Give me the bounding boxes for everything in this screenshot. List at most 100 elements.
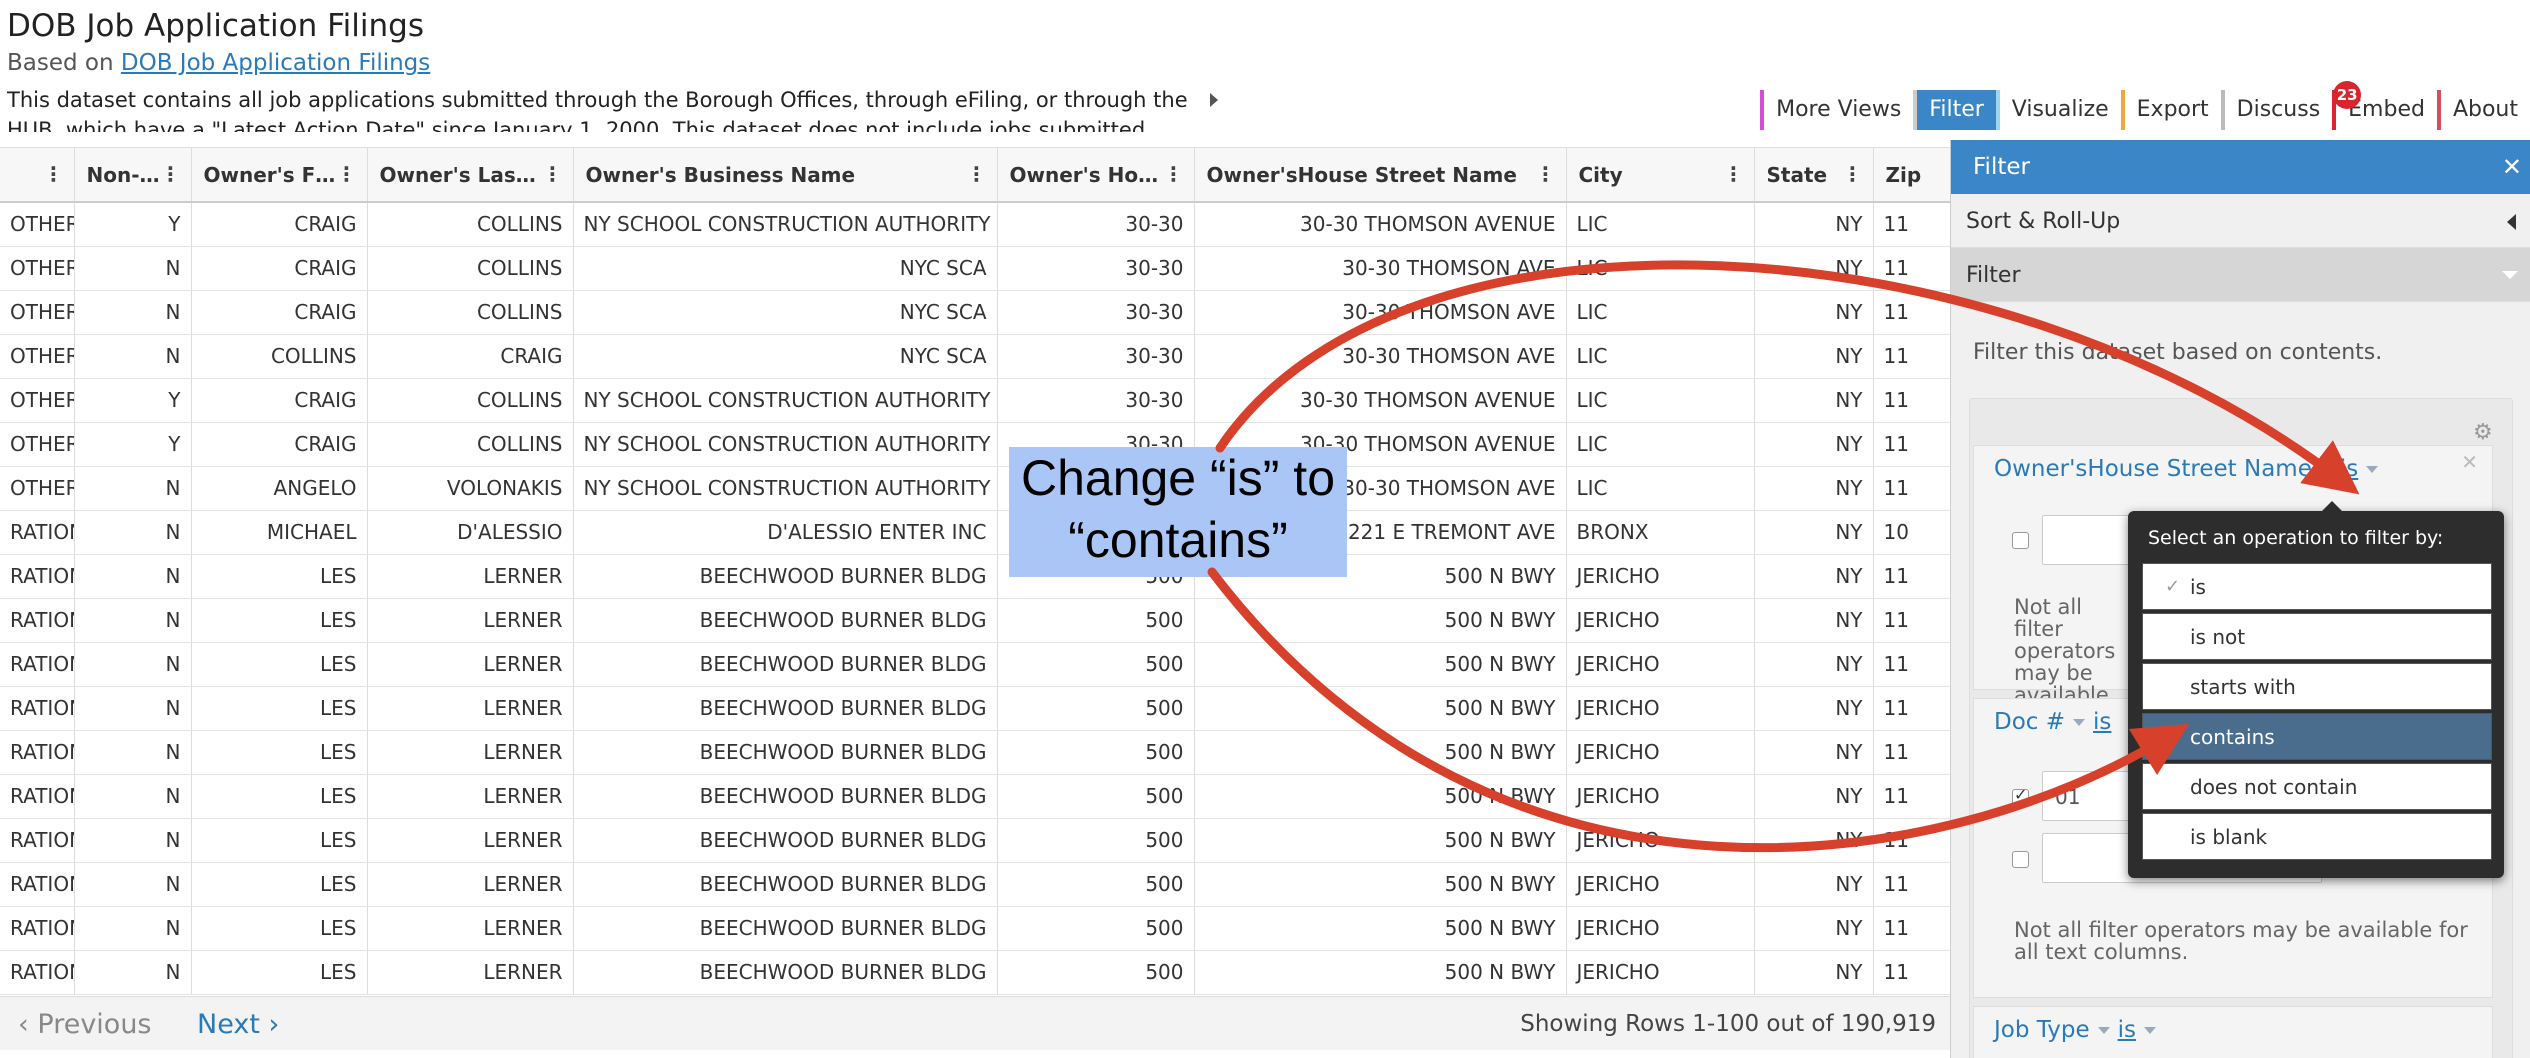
- chevron-down-icon[interactable]: [2366, 466, 2379, 473]
- gear-icon[interactable]: ⚙: [2473, 420, 2493, 445]
- table-cell: NY: [1754, 774, 1874, 819]
- discuss-button[interactable]: Discuss: [2220, 90, 2333, 130]
- table-cell: NY: [1754, 246, 1874, 291]
- table-cell: LERNER: [367, 598, 574, 643]
- table-row[interactable]: RATIONNLESLERNERBEECHWOOD BURNER BLDG500…: [0, 862, 1950, 907]
- chevron-down-icon[interactable]: [2097, 1027, 2110, 1034]
- table-row[interactable]: RATIONNLESLERNERBEECHWOOD BURNER BLDG500…: [0, 950, 1950, 995]
- table-cell: OTHER: [0, 378, 75, 423]
- chevron-down-icon[interactable]: [2073, 719, 2086, 726]
- table-row[interactable]: RATIONNLESLERNERBEECHWOOD BURNER BLDG500…: [0, 642, 1950, 687]
- column-header[interactable]: Owner'sHouse Street Name ⋮: [1194, 148, 1567, 203]
- embed-button[interactable]: 23 Embed: [2332, 81, 2437, 130]
- table-cell: JERICHO: [1566, 554, 1755, 599]
- table-row[interactable]: OTHER Y CRAIG COLLINS NY SCHOOL CONSTRUCTION…: [0, 378, 1950, 423]
- column-header[interactable]: Owner's Business Name ⋮: [573, 148, 998, 203]
- table-row[interactable]: OTHER N CRAIG COLLINS NYC SCA 30-30 30-30 THOM…: [0, 290, 1950, 335]
- column-header[interactable]: Owner's Fir...⋮: [191, 148, 368, 203]
- column-header[interactable]: Owner's Hous...⋮: [997, 148, 1195, 203]
- table-row[interactable]: OTHER Y CRAIG COLLINS NY SCHOOL CONSTRUCTION…: [0, 422, 1950, 467]
- table-cell: CRAIG: [191, 422, 368, 467]
- table-cell: NY: [1754, 906, 1874, 951]
- filter-button[interactable]: Filter: [1913, 90, 1996, 130]
- export-button[interactable]: Export: [2120, 90, 2221, 130]
- filter-column-name[interactable]: Job Type: [1994, 1017, 2090, 1043]
- close-icon[interactable]: ✕: [2502, 140, 2522, 194]
- operator-option[interactable]: is not: [2142, 613, 2492, 660]
- sort-rollup-section[interactable]: Sort & Roll-Up: [1951, 194, 2530, 248]
- checkmark-icon: ✓: [2165, 576, 2181, 597]
- table-cell: BEECHWOOD BURNER BLDG: [573, 774, 998, 819]
- column-header[interactable]: Non-... ⋮: [74, 148, 192, 203]
- more-views-button[interactable]: More Views: [1760, 90, 1914, 130]
- table-cell: 500: [997, 774, 1195, 819]
- table-row[interactable]: RATIONNLESLERNERBEECHWOOD BURNER BLDG500…: [0, 554, 1950, 599]
- table-row[interactable]: RATIONNLESLERNERBEECHWOOD BURNER BLDG500…: [0, 774, 1950, 819]
- table-row[interactable]: OTHER N ANGELO VOLONAKIS NY SCHOOL CONSTRUCT…: [0, 466, 1950, 511]
- toolbar: More Views Filter Visualize Export Discu…: [1760, 81, 2530, 130]
- remove-filter-icon[interactable]: ✕: [2461, 450, 2478, 474]
- based-on-link[interactable]: DOB Job Application Filings: [121, 50, 430, 76]
- filter-column-name[interactable]: Doc #: [1994, 709, 2065, 735]
- column-menu-icon[interactable]: ⋮: [1536, 162, 1556, 186]
- operator-option[interactable]: does not contain: [2142, 763, 2492, 810]
- filter-section-label: Filter: [1966, 263, 2021, 288]
- table-row[interactable]: RATIONNLESLERNERBEECHWOOD BURNER BLDG500…: [0, 686, 1950, 731]
- column-header[interactable]: State ⋮: [1754, 148, 1874, 203]
- filter-value-checkbox[interactable]: [2012, 851, 2029, 868]
- column-header[interactable]: ⋮: [0, 148, 75, 203]
- table-cell: JERICHO: [1566, 598, 1755, 643]
- table-cell: LES: [191, 730, 368, 775]
- chevron-down-icon[interactable]: [2143, 1027, 2156, 1034]
- filter-section[interactable]: Filter: [1951, 248, 2530, 302]
- table-cell: 11: [1873, 422, 1950, 467]
- filter-value-checkbox[interactable]: [2012, 785, 2029, 806]
- table-cell: 10: [1873, 510, 1950, 555]
- operator-option[interactable]: contains: [2142, 713, 2492, 760]
- table-row[interactable]: RATIONNLESLERNERBEECHWOOD BURNER BLDG500…: [0, 906, 1950, 951]
- table-row[interactable]: RATIONNLESLERNERBEECHWOOD BURNER BLDG500…: [0, 598, 1950, 643]
- column-menu-icon[interactable]: ⋮: [1843, 162, 1863, 186]
- filter-operator[interactable]: is: [2118, 1017, 2136, 1043]
- table-cell: Y: [74, 378, 192, 423]
- table-row[interactable]: RATIONNLESLERNERBEECHWOOD BURNER BLDG500…: [0, 730, 1950, 775]
- column-menu-icon[interactable]: ⋮: [1724, 162, 1744, 186]
- table-cell: 500 N BWY: [1194, 818, 1567, 863]
- column-menu-icon[interactable]: ⋮: [337, 162, 357, 186]
- expand-description-icon[interactable]: [1210, 93, 1218, 107]
- operator-option[interactable]: ✓ is: [2142, 563, 2492, 610]
- table-cell: N: [74, 774, 192, 819]
- column-menu-icon[interactable]: ⋮: [1164, 162, 1184, 186]
- column-menu-icon[interactable]: ⋮: [161, 162, 181, 186]
- column-header[interactable]: Owner's Last ... ⋮: [367, 148, 574, 203]
- column-menu-icon[interactable]: ⋮: [44, 162, 64, 186]
- chevron-down-icon[interactable]: [2319, 466, 2332, 473]
- table-cell: NYC SCA: [573, 290, 998, 335]
- table-row[interactable]: OTHER N COLLINS CRAIG NYC SCA 30-30 30-30 THOM…: [0, 334, 1950, 379]
- table-cell: LES: [191, 598, 368, 643]
- table-cell: N: [74, 862, 192, 907]
- table-row[interactable]: RATIONNMICHAELD'ALESSIOD'ALESSIO ENTER I…: [0, 510, 1950, 555]
- column-header[interactable]: City ⋮: [1566, 148, 1755, 203]
- about-button[interactable]: About: [2436, 90, 2530, 130]
- table-cell: NY: [1754, 290, 1874, 335]
- filter-value-checkbox[interactable]: [2012, 532, 2029, 549]
- operator-option[interactable]: starts with: [2142, 663, 2492, 710]
- visualize-button[interactable]: Visualize: [1995, 90, 2121, 130]
- table-cell: N: [74, 334, 192, 379]
- table-cell: LERNER: [367, 730, 574, 775]
- filter-operator[interactable]: is: [2340, 456, 2358, 482]
- table-row[interactable]: OTHER N CRAIG COLLINS NYC SCA 30-30 30-30 THOM…: [0, 246, 1950, 291]
- column-menu-icon[interactable]: ⋮: [543, 162, 563, 186]
- table-cell: BRONX: [1566, 510, 1755, 555]
- operator-option[interactable]: is blank: [2142, 813, 2492, 860]
- previous-label: Previous: [37, 1009, 152, 1040]
- next-page-button[interactable]: Next ›: [197, 1009, 279, 1040]
- column-header[interactable]: Zip: [1873, 148, 1950, 203]
- filter-column-name[interactable]: Owner'sHouse Street Name: [1994, 456, 2312, 482]
- table-row[interactable]: OTHER Y CRAIG COLLINS NY SCHOOL CONSTRUCTION…: [0, 202, 1950, 247]
- column-menu-icon[interactable]: ⋮: [967, 162, 987, 186]
- filter-operator[interactable]: is: [2093, 709, 2111, 735]
- previous-page-button[interactable]: ‹ Previous: [18, 1009, 152, 1040]
- table-row[interactable]: RATIONNLESLERNERBEECHWOOD BURNER BLDG500…: [0, 818, 1950, 863]
